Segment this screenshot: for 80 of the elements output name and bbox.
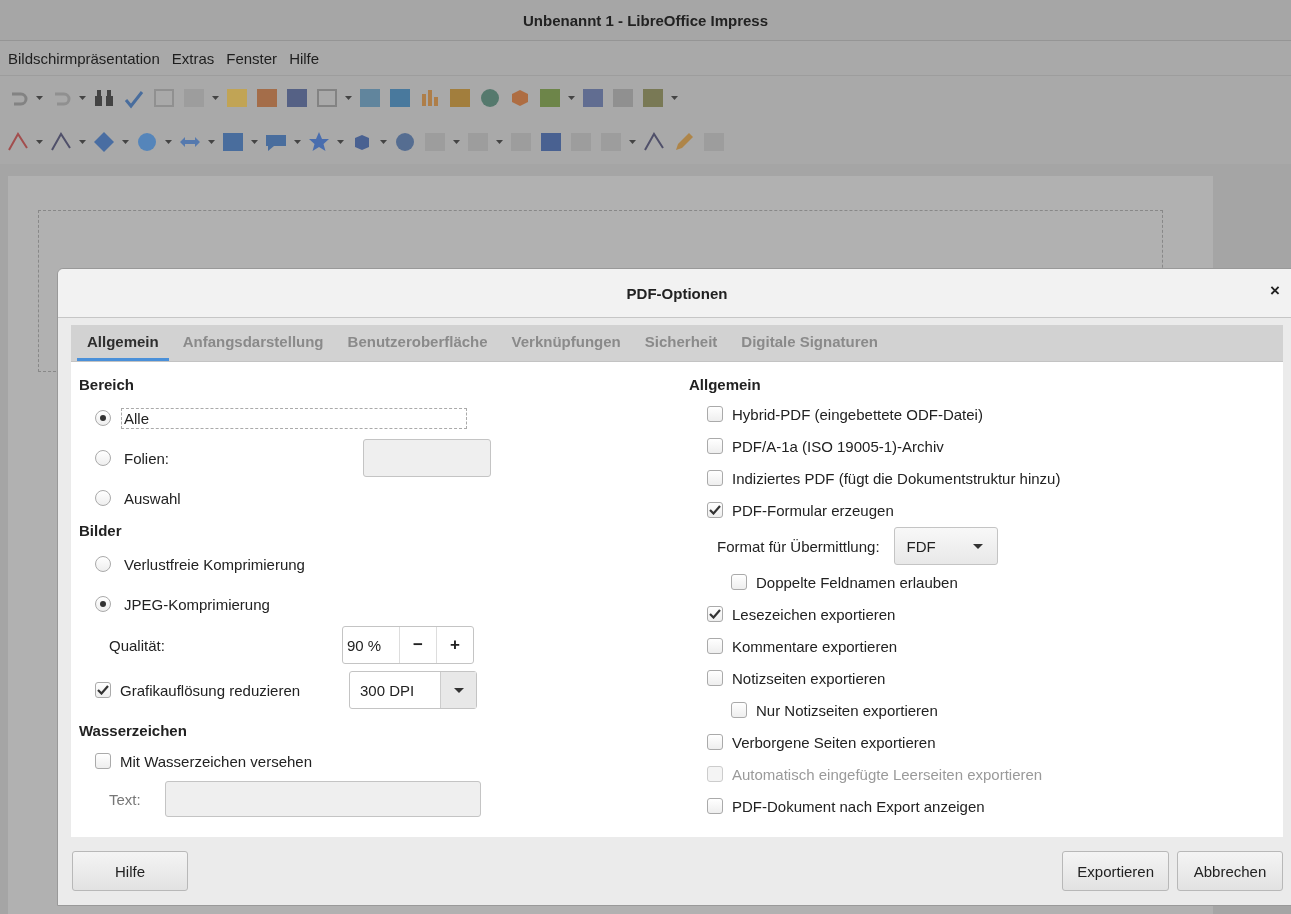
checkbox[interactable] bbox=[707, 734, 723, 750]
caret-icon[interactable] bbox=[294, 140, 301, 144]
checkbox[interactable] bbox=[707, 470, 723, 486]
caret-icon[interactable] bbox=[345, 96, 352, 100]
caret-icon[interactable] bbox=[496, 140, 503, 144]
caret-icon[interactable] bbox=[380, 140, 387, 144]
radio-button[interactable] bbox=[95, 556, 111, 572]
section-heading: Bereich bbox=[79, 375, 136, 395]
checkbox-label[interactable]: Verborgene Seiten exportieren bbox=[732, 733, 936, 751]
checkbox[interactable] bbox=[707, 798, 723, 814]
radio-label[interactable]: JPEG-Komprimierung bbox=[121, 593, 273, 615]
dropdown[interactable]: FDF bbox=[893, 527, 998, 565]
caret-icon[interactable] bbox=[629, 140, 636, 144]
dropdown[interactable]: 300 DPI bbox=[349, 671, 477, 709]
quality-label: Qualität: bbox=[109, 636, 166, 654]
checkbox-label[interactable]: Doppelte Feldnamen erlauben bbox=[756, 573, 958, 591]
radio-button[interactable] bbox=[95, 596, 111, 612]
radio-button[interactable] bbox=[95, 450, 111, 466]
export-button[interactable]: Exportieren bbox=[1062, 851, 1169, 891]
format-label: Format für Übermittlung: bbox=[717, 537, 880, 555]
radio-label[interactable]: Folien: bbox=[121, 447, 173, 469]
menu-item[interactable]: Fenster bbox=[226, 49, 278, 67]
checkbox-label[interactable]: Hybrid-PDF (eingebettete ODF-Datei) bbox=[732, 405, 983, 423]
checkbox-label[interactable]: Indiziertes PDF (fügt die Dokumentstruktur hinzu) bbox=[732, 469, 1061, 487]
radio-button[interactable] bbox=[95, 490, 111, 506]
checkbox-label[interactable]: PDF-Formular erzeugen bbox=[732, 501, 894, 519]
caret-icon[interactable] bbox=[671, 96, 678, 100]
diamond-icon[interactable] bbox=[92, 130, 116, 154]
caret-icon[interactable] bbox=[337, 140, 344, 144]
checkbox[interactable] bbox=[731, 702, 747, 718]
caret-icon[interactable] bbox=[36, 96, 43, 100]
caret-icon[interactable] bbox=[36, 140, 43, 144]
window-title: Unbenannt 1 - LibreOffice Impress bbox=[522, 11, 768, 29]
caret-icon bbox=[972, 543, 983, 549]
caret-icon[interactable] bbox=[79, 96, 86, 100]
caret-icon[interactable] bbox=[122, 140, 129, 144]
checkbox[interactable] bbox=[707, 670, 723, 686]
dialog-title: PDF-Optionen bbox=[626, 284, 728, 302]
circle-icon[interactable] bbox=[135, 130, 159, 154]
text-label: Text: bbox=[109, 790, 142, 808]
caret-icon[interactable] bbox=[212, 96, 219, 100]
menu-item[interactable]: Extras bbox=[171, 49, 215, 67]
caret-icon[interactable] bbox=[208, 140, 215, 144]
input-field[interactable] bbox=[363, 439, 491, 477]
cancel-button[interactable]: Abbrechen bbox=[1177, 851, 1283, 891]
help-button[interactable]: Hilfe bbox=[72, 851, 188, 891]
checkbox[interactable] bbox=[707, 638, 723, 654]
checkbox-label[interactable]: PDF-Dokument nach Export anzeigen bbox=[732, 797, 985, 815]
caret-icon[interactable] bbox=[568, 96, 575, 100]
close-button[interactable]: × bbox=[1268, 281, 1282, 301]
menu-item[interactable]: Bildschirmpräsentation bbox=[8, 49, 160, 67]
checkbox-label[interactable]: Notizseiten exportieren bbox=[732, 669, 886, 687]
radio-label[interactable]: Auswahl bbox=[121, 487, 184, 509]
menu-item[interactable]: Hilfe bbox=[289, 49, 320, 67]
checkbox-label[interactable]: Lesezeichen exportieren bbox=[732, 605, 896, 623]
checkbox-label[interactable]: Mit Wasserzeichen versehen bbox=[120, 752, 313, 770]
checkbox-label[interactable]: PDF/A-1a (ISO 19005-1)-Archiv bbox=[732, 437, 944, 455]
checkbox[interactable] bbox=[707, 406, 723, 422]
radio-label[interactable]: Alle bbox=[121, 407, 467, 429]
section-heading: Wasserzeichen bbox=[79, 721, 188, 741]
checkbox[interactable] bbox=[95, 682, 111, 698]
radio-button[interactable] bbox=[95, 410, 111, 426]
checkbox-label[interactable]: Grafikauflösung reduzieren bbox=[120, 681, 349, 699]
checkbox[interactable] bbox=[707, 438, 723, 454]
checkbox[interactable] bbox=[707, 606, 723, 622]
caret-icon[interactable] bbox=[453, 140, 460, 144]
square-icon[interactable] bbox=[221, 130, 245, 154]
section-heading: Allgemein bbox=[689, 375, 762, 395]
checkbox[interactable] bbox=[95, 753, 111, 769]
checkbox-label[interactable]: Nur Notizseiten exportieren bbox=[756, 701, 938, 719]
section-heading: Bilder bbox=[79, 521, 123, 541]
caret-icon bbox=[453, 687, 464, 693]
checkbox[interactable] bbox=[731, 574, 747, 590]
caret-icon[interactable] bbox=[79, 140, 86, 144]
checkbox-label[interactable]: Kommentare exportieren bbox=[732, 637, 898, 655]
caret-icon[interactable] bbox=[251, 140, 258, 144]
caret-icon[interactable] bbox=[165, 140, 172, 144]
spin-field[interactable]: 90 % − + bbox=[342, 626, 474, 664]
radio-label[interactable]: Verlustfreie Komprimierung bbox=[121, 553, 308, 575]
checkbox[interactable] bbox=[707, 502, 723, 518]
